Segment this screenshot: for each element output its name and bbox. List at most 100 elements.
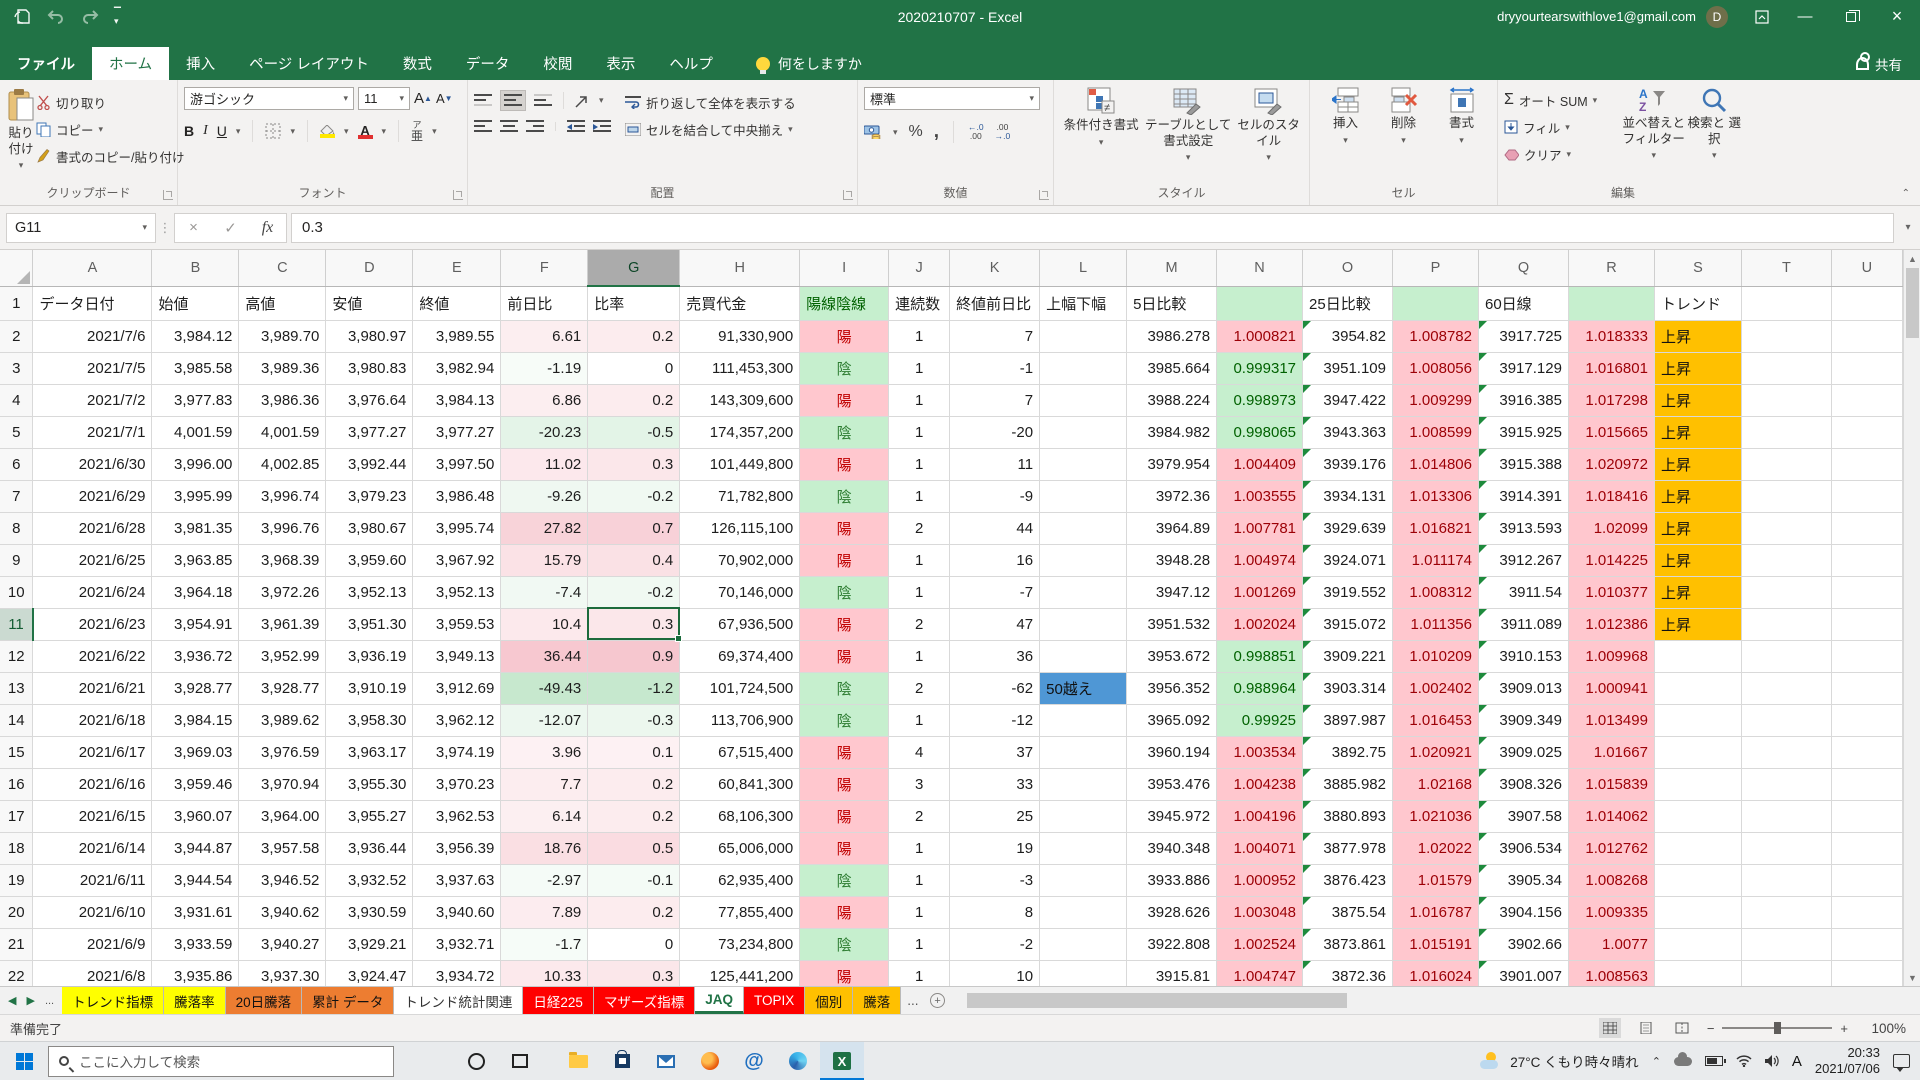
ribbon-tab-7[interactable]: 表示: [589, 47, 652, 80]
cell[interactable]: 0.2: [588, 320, 680, 352]
cell[interactable]: 1.02099: [1568, 512, 1654, 544]
cell[interactable]: 1.003048: [1217, 896, 1303, 928]
sheet-tab-4[interactable]: トレンド統計関連: [394, 987, 523, 1014]
cell[interactable]: 0.9: [588, 640, 680, 672]
collapse-ribbon-icon[interactable]: ⌃: [1902, 188, 1910, 199]
cell[interactable]: 1: [889, 960, 950, 986]
cell[interactable]: 3,964.18: [152, 576, 239, 608]
cell[interactable]: 2: [889, 672, 950, 704]
cell[interactable]: 2: [889, 608, 950, 640]
cell[interactable]: 3954.82: [1303, 320, 1393, 352]
cell[interactable]: 3934.131: [1303, 480, 1393, 512]
prev-sheet-icon[interactable]: ◀: [8, 994, 16, 1007]
edge-button[interactable]: [776, 1042, 820, 1080]
cell[interactable]: 1.000941: [1568, 672, 1654, 704]
cell[interactable]: [1831, 576, 1902, 608]
cell[interactable]: [1654, 960, 1741, 986]
cell[interactable]: 陰: [800, 672, 889, 704]
normal-view-icon[interactable]: [1599, 1018, 1621, 1038]
top-align-icon[interactable]: [474, 94, 492, 107]
cell[interactable]: 3,952.99: [239, 640, 326, 672]
cell[interactable]: [1831, 928, 1902, 960]
task-view-button[interactable]: [498, 1042, 542, 1080]
page-break-view-icon[interactable]: [1671, 1018, 1693, 1038]
cell[interactable]: -49.43: [501, 672, 588, 704]
sheet-tab-5[interactable]: 日経225: [523, 987, 594, 1014]
middle-align-icon[interactable]: [500, 90, 526, 111]
cell[interactable]: [1831, 832, 1902, 864]
header-cell[interactable]: [1393, 286, 1479, 320]
cell[interactable]: 陰: [800, 480, 889, 512]
cell[interactable]: [1741, 672, 1831, 704]
cell[interactable]: 3928.626: [1127, 896, 1217, 928]
cell[interactable]: 3986.278: [1127, 320, 1217, 352]
taskbar-clock[interactable]: 20:33 2021/07/06: [1815, 1045, 1880, 1078]
ribbon-tab-2[interactable]: 挿入: [169, 47, 232, 80]
cell[interactable]: 3911.54: [1478, 576, 1568, 608]
vertical-scroll-thumb[interactable]: [1906, 268, 1919, 338]
cell[interactable]: 1.016024: [1393, 960, 1479, 986]
cell[interactable]: 2021/6/16: [33, 768, 152, 800]
cell[interactable]: [1741, 416, 1831, 448]
row-header-17[interactable]: 17: [0, 800, 33, 832]
expand-formula-bar-icon[interactable]: ▾: [1896, 222, 1920, 233]
wrap-text-button[interactable]: 折り返して全体を表示する: [625, 91, 796, 113]
cell[interactable]: [1741, 960, 1831, 986]
cell[interactable]: 3908.326: [1478, 768, 1568, 800]
cell[interactable]: [1040, 928, 1127, 960]
cell[interactable]: 3,944.87: [152, 832, 239, 864]
new-sheet-button[interactable]: +: [925, 987, 951, 1014]
outlook-button[interactable]: @: [732, 1042, 776, 1080]
cell[interactable]: [1040, 352, 1127, 384]
header-cell[interactable]: 前日比: [501, 286, 588, 320]
cell[interactable]: 3897.987: [1303, 704, 1393, 736]
align-right-icon[interactable]: [526, 120, 544, 133]
cortana-button[interactable]: [454, 1042, 498, 1080]
cell[interactable]: 陰: [800, 416, 889, 448]
cell[interactable]: 3,996.74: [239, 480, 326, 512]
cell[interactable]: 0.3: [588, 960, 680, 986]
taskbar-search-input[interactable]: ここに入力して検索: [48, 1046, 394, 1077]
cell[interactable]: 1.004071: [1217, 832, 1303, 864]
cell[interactable]: 3,944.54: [152, 864, 239, 896]
cell[interactable]: 2021/7/1: [33, 416, 152, 448]
cell[interactable]: 125,441,200: [680, 960, 800, 986]
cell[interactable]: -0.2: [588, 576, 680, 608]
cell[interactable]: 1: [889, 384, 950, 416]
cell[interactable]: [1741, 864, 1831, 896]
cell[interactable]: [1741, 832, 1831, 864]
cell[interactable]: -0.3: [588, 704, 680, 736]
cell[interactable]: 2021/6/8: [33, 960, 152, 986]
cell[interactable]: -1: [950, 352, 1040, 384]
cell[interactable]: 3964.89: [1127, 512, 1217, 544]
row-header-4[interactable]: 4: [0, 384, 33, 416]
cell[interactable]: 2021/6/23: [33, 608, 152, 640]
cell[interactable]: [1831, 544, 1902, 576]
cell[interactable]: 0.988964: [1217, 672, 1303, 704]
cell[interactable]: 3972.36: [1127, 480, 1217, 512]
cell[interactable]: 1.008599: [1393, 416, 1479, 448]
cell[interactable]: [1831, 448, 1902, 480]
cell[interactable]: 0.3: [588, 448, 680, 480]
cell[interactable]: -1.2: [588, 672, 680, 704]
cell[interactable]: 1.000821: [1217, 320, 1303, 352]
cell[interactable]: 1.015191: [1393, 928, 1479, 960]
cell[interactable]: 3,986.48: [413, 480, 501, 512]
cell[interactable]: 2: [889, 512, 950, 544]
sheet-tab-10[interactable]: 騰落: [853, 987, 901, 1014]
tell-me-search[interactable]: 何をしますか: [756, 47, 862, 80]
cell[interactable]: 1.010377: [1568, 576, 1654, 608]
cell[interactable]: 2021/6/17: [33, 736, 152, 768]
cell[interactable]: -9: [950, 480, 1040, 512]
cell[interactable]: 8: [950, 896, 1040, 928]
avatar[interactable]: D: [1706, 6, 1728, 28]
increase-font-icon[interactable]: A▲: [414, 90, 432, 107]
weather-widget[interactable]: 27°C くもり時々晴れ: [1480, 1051, 1638, 1071]
cell[interactable]: 3905.34: [1478, 864, 1568, 896]
fill-color-icon[interactable]: [320, 125, 335, 138]
cell[interactable]: 7.7: [501, 768, 588, 800]
cell[interactable]: 1.02168: [1393, 768, 1479, 800]
cell[interactable]: 10.33: [501, 960, 588, 986]
cell[interactable]: 0.3: [588, 608, 680, 640]
alignment-dialog-launcher[interactable]: [843, 190, 853, 200]
